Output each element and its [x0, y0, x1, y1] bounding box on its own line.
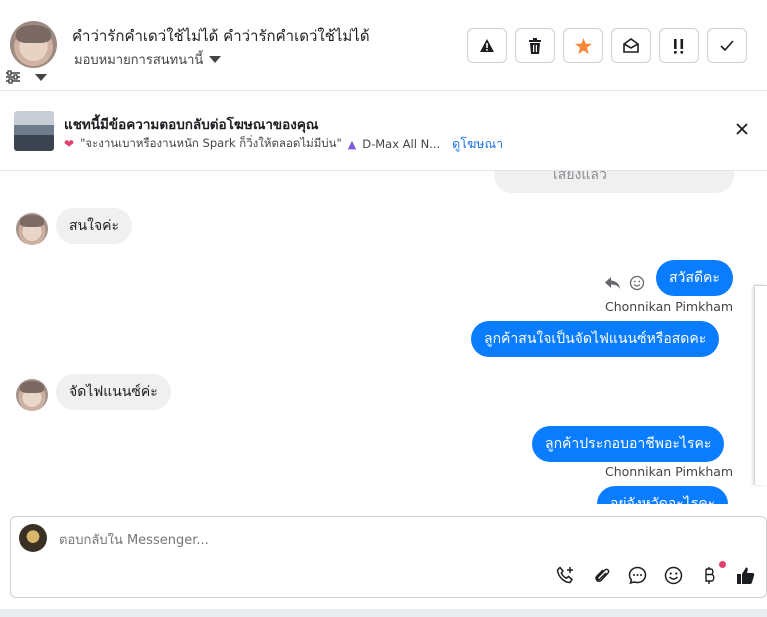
- filter-control[interactable]: [5, 70, 47, 84]
- follow-up-button[interactable]: [659, 28, 699, 63]
- done-button[interactable]: [707, 28, 747, 63]
- like-button[interactable]: [734, 564, 757, 587]
- saved-replies-button[interactable]: [626, 564, 649, 587]
- thumbs-up-icon: [737, 567, 755, 584]
- chevron-down-icon: [35, 73, 47, 81]
- report-button[interactable]: [467, 28, 507, 63]
- sender-name: Chonnikan Pimkham: [605, 299, 734, 314]
- chevron-down-icon: [209, 56, 222, 63]
- contact-name[interactable]: คำว่ารักคำเดว่ใช้ไม่ได้ คำว่ารักคำเดว่ใช…: [72, 24, 370, 48]
- heart-icon: ❤: [64, 137, 75, 151]
- side-panel-edge[interactable]: [754, 285, 767, 485]
- banner-title: แชทนี้มีข้อความตอบกลับต่อโฆษณาของคุณ: [64, 117, 319, 133]
- page-bottom-strip: [0, 609, 767, 617]
- reply-composer: [10, 516, 767, 598]
- star-button[interactable]: [563, 28, 603, 63]
- ad-text: "จะงานเบาหรืองานหนัก Spark ก็วิ่งให้ตลอด…: [80, 136, 342, 150]
- delete-button[interactable]: [515, 28, 555, 63]
- notification-dot: [719, 561, 726, 568]
- ad-text-2: D-Max All N...: [362, 137, 441, 151]
- header-toolbar: [467, 28, 747, 63]
- message-bubble[interactable]: สนใจค่ะ: [56, 208, 133, 244]
- conversation-header: คำว่ารักคำเดว่ใช้ไม่ได้ คำว่ารักคำเดว่ใช…: [0, 0, 767, 91]
- star-icon: [574, 37, 592, 54]
- contact-avatar[interactable]: [10, 21, 57, 68]
- ad-reply-banner: แชทนี้มีข้อความตอบกลับต่อโฆษณาของคุณ ❤ "…: [0, 91, 767, 171]
- reply-input[interactable]: [59, 533, 559, 548]
- emoji-button[interactable]: [662, 564, 685, 587]
- view-ad-link[interactable]: ดูโฆษณา: [452, 134, 503, 154]
- message-thread[interactable]: เสียงแล้ว สนใจค่ะ สวัสดีคะ Chonnikan Pim…: [0, 171, 755, 504]
- car-icon: ▲: [347, 137, 357, 151]
- message-bubble[interactable]: จัดไฟแนนซ์ค่ะ: [56, 374, 171, 410]
- paperclip-icon: [594, 568, 609, 583]
- emoji-reaction-icon[interactable]: [629, 275, 645, 291]
- payment-button[interactable]: [698, 561, 726, 587]
- message-bubble[interactable]: ลูกค้าสนใจเป็นจัดไฟแนนซ์หรือสดคะ: [471, 321, 720, 357]
- envelope-open-icon: [623, 38, 639, 53]
- emoji-icon: [664, 566, 683, 585]
- chat-bubble-icon: [628, 566, 647, 585]
- contact-avatar-small: [16, 213, 48, 245]
- call-add-icon: [556, 566, 573, 584]
- message-actions: [605, 275, 645, 291]
- sliders-icon: [6, 70, 20, 84]
- message-bubble[interactable]: เสียงแล้ว: [494, 171, 734, 193]
- page-avatar: [19, 524, 47, 552]
- close-icon[interactable]: [734, 121, 750, 137]
- call-button[interactable]: [554, 564, 577, 587]
- assign-label: มอบหมายการสนทนานี้: [74, 53, 204, 68]
- ad-thumbnail[interactable]: [14, 111, 54, 151]
- reply-icon[interactable]: [605, 276, 621, 290]
- composer-toolbar: [554, 561, 757, 587]
- warning-icon: [480, 39, 494, 52]
- attach-button[interactable]: [590, 564, 613, 587]
- message-bubble[interactable]: ลูกค้าประกอบอาชีพอะไรคะ: [532, 426, 725, 462]
- mark-unread-button[interactable]: [611, 28, 651, 63]
- ad-preview-line: ❤ "จะงานเบาหรืองานหนัก Spark ก็วิ่งให้ตล…: [64, 134, 503, 154]
- message-bubble[interactable]: สวัสดีคะ: [656, 260, 733, 296]
- message-bubble[interactable]: อยู่จังหวัดอะไรคะ: [597, 486, 729, 504]
- assign-conversation-dropdown[interactable]: มอบหมายการสนทนานี้: [74, 49, 222, 70]
- priority-icon: [674, 38, 684, 54]
- trash-icon: [529, 37, 541, 54]
- check-icon: [720, 40, 734, 51]
- contact-avatar-small: [16, 379, 48, 411]
- sender-name: Chonnikan Pimkham: [605, 464, 734, 479]
- baht-icon: [704, 567, 714, 584]
